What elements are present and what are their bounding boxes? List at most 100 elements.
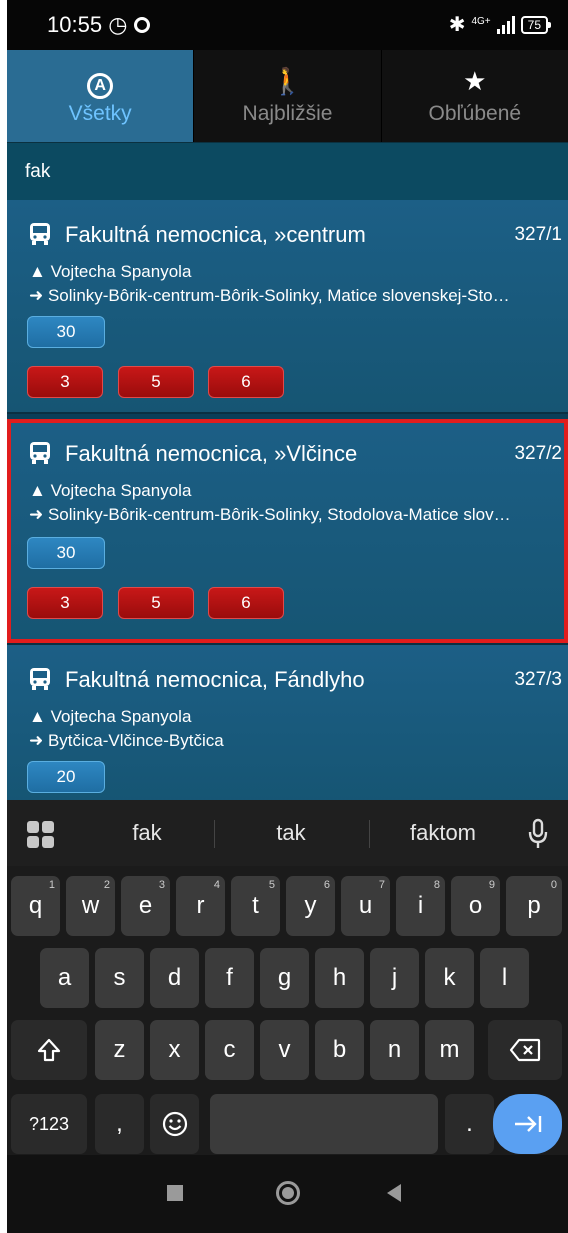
- key-label: q: [28, 892, 43, 919]
- alarm-icon: ◷: [108, 12, 128, 37]
- comma-key[interactable]: ,: [95, 1094, 144, 1154]
- list-item[interactable]: Fakultná nemocnica, Fándlyho 327/3 ▲ Voj…: [7, 645, 568, 800]
- key-number: 6: [323, 879, 330, 891]
- key-x[interactable]: x: [150, 1020, 199, 1080]
- key-i[interactable]: i8: [396, 876, 445, 936]
- arrow-right-icon: ➜: [29, 505, 48, 524]
- key-label: d: [167, 964, 182, 991]
- shift-key[interactable]: [11, 1020, 87, 1080]
- street-text: Vojtecha Spanyola: [50, 481, 192, 500]
- key-m[interactable]: m: [425, 1020, 474, 1080]
- route-text: Solinky-Bôrik-centrum-Bôrik-Solinky, Mat…: [47, 286, 510, 305]
- list-item[interactable]: Fakultná nemocnica, »centrum 327/1 ▲ Voj…: [7, 200, 568, 414]
- enter-key[interactable]: [493, 1094, 562, 1154]
- system-nav-bar: [7, 1155, 568, 1233]
- emoji-key[interactable]: [150, 1094, 199, 1154]
- key-number: 9: [488, 879, 495, 891]
- key-t[interactable]: t5: [231, 876, 280, 936]
- key-j[interactable]: j: [370, 948, 419, 1008]
- line-badge[interactable]: 3: [27, 366, 103, 398]
- tab-oblubene[interactable]: ★ Obľúbené: [382, 50, 568, 142]
- apps-grid-icon[interactable]: [27, 821, 55, 849]
- key-number: 3: [158, 879, 165, 891]
- bus-icon: [30, 223, 50, 245]
- key-number: 5: [268, 879, 275, 891]
- key-label: g: [277, 964, 292, 991]
- stop-code: 327/3: [514, 669, 562, 690]
- key-label: s: [113, 964, 126, 991]
- key-e[interactable]: e3: [121, 876, 170, 936]
- key-p[interactable]: p0: [506, 876, 562, 936]
- tab-label: Všetky: [68, 102, 132, 125]
- key-v[interactable]: v: [260, 1020, 309, 1080]
- key-label: a: [57, 964, 72, 991]
- line-badge[interactable]: 5: [118, 366, 194, 398]
- street-text: Vojtecha Spanyola: [50, 707, 192, 726]
- bus-icon: [30, 668, 50, 690]
- key-f[interactable]: f: [205, 948, 254, 1008]
- stop-street: ▲ Vojtecha Spanyola: [29, 707, 191, 727]
- suggestion-1[interactable]: fak: [67, 820, 227, 846]
- line-badge[interactable]: 30: [27, 316, 105, 348]
- walker-icon: 🚶: [271, 66, 304, 96]
- key-b[interactable]: b: [315, 1020, 364, 1080]
- road-icon: ▲: [29, 707, 51, 726]
- key-s[interactable]: s: [95, 948, 144, 1008]
- circle-a-icon: A: [87, 66, 114, 99]
- tab-label: Najbližšie: [242, 102, 333, 125]
- key-a[interactable]: a: [40, 948, 89, 1008]
- line-badge[interactable]: 6: [208, 587, 284, 619]
- key-number: 8: [433, 879, 440, 891]
- key-n[interactable]: n: [370, 1020, 419, 1080]
- key-label: c: [223, 1036, 236, 1063]
- key-g[interactable]: g: [260, 948, 309, 1008]
- list-item-highlighted[interactable]: Fakultná nemocnica, »Vlčince 327/2 ▲ Voj…: [7, 419, 568, 645]
- back-icon[interactable]: [387, 1184, 401, 1202]
- key-c[interactable]: c: [205, 1020, 254, 1080]
- line-badge[interactable]: 30: [27, 537, 105, 569]
- key-l[interactable]: l: [480, 948, 529, 1008]
- route-text: Bytčica-Vlčince-Bytčica: [47, 731, 224, 750]
- key-y[interactable]: y6: [286, 876, 335, 936]
- microphone-icon[interactable]: [528, 818, 548, 850]
- tab-bar: A Všetky 🚶 Najbližšie ★ Obľúbené: [7, 50, 568, 142]
- key-number: 7: [378, 879, 385, 891]
- key-label: e: [138, 892, 153, 919]
- key-label: m: [439, 1036, 460, 1063]
- key-label: u: [358, 892, 373, 919]
- recent-apps-icon[interactable]: [167, 1185, 183, 1201]
- suggestion-2[interactable]: tak: [211, 820, 371, 846]
- time-text: 10:55: [47, 12, 103, 37]
- tab-najblizsie[interactable]: 🚶 Najbližšie: [194, 50, 382, 142]
- battery-icon: 75: [520, 15, 552, 34]
- tab-right-icon: [514, 1116, 541, 1132]
- line-badge[interactable]: 3: [27, 587, 103, 619]
- key-w[interactable]: w2: [66, 876, 115, 936]
- tab-vsetky[interactable]: A Všetky: [7, 50, 195, 142]
- key-h[interactable]: h: [315, 948, 364, 1008]
- key-label: x: [168, 1036, 181, 1063]
- line-badge[interactable]: 6: [208, 366, 284, 398]
- spacebar-key[interactable]: [210, 1094, 438, 1154]
- key-k[interactable]: k: [425, 948, 474, 1008]
- key-label: w: [81, 892, 100, 919]
- key-u[interactable]: u7: [341, 876, 390, 936]
- emoji-icon: [162, 1111, 187, 1137]
- stop-route: ➜ Solinky-Bôrik-centrum-Bôrik-Solinky, M…: [29, 286, 564, 306]
- home-icon[interactable]: [276, 1181, 300, 1205]
- period-key[interactable]: .: [445, 1094, 494, 1154]
- suggestion-3[interactable]: faktom: [363, 820, 523, 846]
- key-o[interactable]: o9: [451, 876, 500, 936]
- key-label: i: [417, 892, 424, 919]
- search-input[interactable]: [7, 143, 568, 200]
- key-r[interactable]: r4: [176, 876, 225, 936]
- key-q[interactable]: q1: [11, 876, 60, 936]
- line-badge[interactable]: 20: [27, 761, 105, 793]
- key-z[interactable]: z: [95, 1020, 144, 1080]
- symbols-key[interactable]: ?123: [11, 1094, 87, 1154]
- backspace-key[interactable]: [488, 1020, 562, 1080]
- key-label: r: [196, 892, 205, 919]
- key-d[interactable]: d: [150, 948, 199, 1008]
- key-label: ?123: [28, 1113, 70, 1134]
- line-badge[interactable]: 5: [118, 587, 194, 619]
